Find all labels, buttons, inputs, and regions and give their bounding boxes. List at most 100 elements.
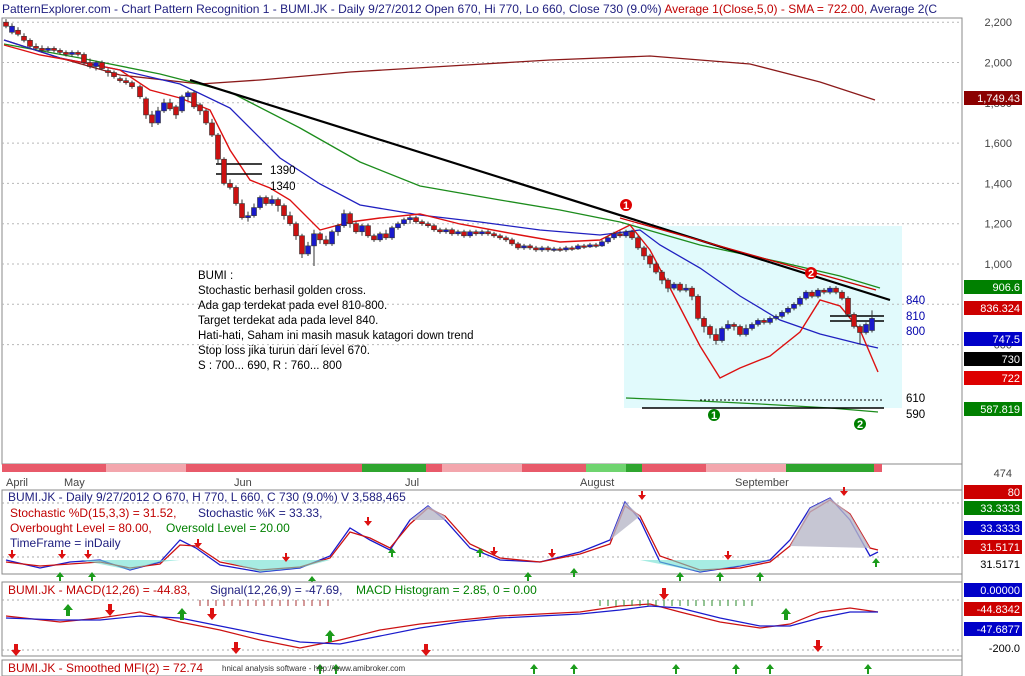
candle-body [803, 291, 809, 299]
price-badge: 730 [964, 352, 1022, 366]
strip-cell [210, 464, 218, 472]
candle-body [197, 104, 203, 112]
price-badge-label: 722 [1002, 373, 1020, 385]
strip-cell [410, 464, 418, 472]
strip-cell [834, 464, 842, 472]
strip-cell [42, 464, 50, 472]
candle-body [491, 233, 497, 237]
candle-body [431, 225, 437, 231]
strip-cell [770, 464, 778, 472]
candle-body [281, 205, 287, 216]
candle-body [671, 283, 677, 289]
stoch-badge-label: 33.3333 [980, 523, 1020, 535]
candle-body [167, 102, 173, 110]
level-label-800: 800 [906, 326, 925, 338]
price-badge-label: 747.5 [992, 334, 1020, 346]
candle-body [9, 25, 15, 33]
strip-cell [674, 464, 682, 472]
candle-body [545, 247, 551, 251]
annotation-line: BUMI : [198, 270, 233, 282]
candle-body [359, 225, 365, 233]
month-label: May [64, 477, 85, 489]
price-tick-label: 474 [994, 468, 1012, 480]
candle-body [99, 62, 105, 69]
strip-cell [546, 464, 554, 472]
candle-body [473, 231, 479, 235]
stoch-badge-label: 31.5171 [980, 559, 1020, 571]
strip-cell [498, 464, 506, 472]
price-tick-label: 1,400 [984, 178, 1012, 190]
strip-cell [250, 464, 258, 472]
candle-body [425, 223, 431, 227]
strip-cell [818, 464, 826, 472]
month-label: Jul [405, 477, 419, 489]
candle-body [353, 223, 359, 233]
level-label-590: 590 [906, 409, 925, 421]
month-label: August [580, 477, 614, 489]
candle-body [707, 326, 713, 335]
candle-body [129, 82, 135, 87]
timeframe-label: TimeFrame = inDaily [10, 536, 121, 550]
candle-body [527, 245, 533, 249]
strip-cell [314, 464, 322, 472]
strip-cell [786, 464, 794, 472]
price-tick-label: 1,600 [984, 138, 1012, 150]
strip-cell [866, 464, 874, 472]
candle-body [75, 52, 81, 55]
strip-cell [514, 464, 522, 472]
candle-body [599, 241, 605, 247]
candle-body [641, 247, 647, 257]
macd-badge: -200.0 [964, 641, 1022, 655]
price-badge: 836.324 [964, 301, 1022, 315]
candle-body [677, 283, 683, 291]
candle-body [69, 52, 75, 55]
macd-badge: -47.6877 [964, 622, 1022, 636]
stoch-badge: 31.5171 [964, 540, 1022, 554]
month-label: September [735, 477, 789, 489]
candle-body [209, 122, 215, 136]
strip-cell [34, 464, 42, 472]
candle-body [797, 297, 803, 305]
price-badge: 1,749.43 [964, 91, 1022, 105]
candle-body [311, 233, 317, 247]
strip-cell [346, 464, 354, 472]
strip-cell [754, 464, 762, 472]
candle-body [743, 328, 749, 335]
strip-cell [138, 464, 146, 472]
strip-cell [794, 464, 802, 472]
strip-cell [234, 464, 242, 472]
candle-body [533, 247, 539, 251]
candle-body [81, 54, 87, 63]
candle-body [557, 248, 563, 251]
candle-body [701, 318, 707, 327]
candle-body [593, 244, 599, 247]
strip-cell [2, 464, 10, 472]
candle-body [731, 324, 737, 327]
candle-body [317, 233, 323, 241]
strip-cell [746, 464, 754, 472]
candle-body [239, 203, 245, 218]
candle-body [863, 324, 869, 333]
oversold-label: Oversold Level = 20.00 [166, 521, 290, 535]
candle-body [575, 245, 581, 250]
candle-body [563, 247, 569, 251]
candle-body [623, 231, 629, 237]
candle-body [737, 326, 743, 335]
candle-body [111, 72, 117, 77]
candle-body [461, 231, 467, 237]
strip-cell [634, 464, 642, 472]
strip-cell [426, 464, 434, 472]
candle-body [203, 110, 209, 124]
strip-cell [162, 464, 170, 472]
price-badge-label: 836.324 [980, 303, 1020, 315]
candle-body [809, 291, 815, 297]
stoch-badge: 33.3333 [964, 501, 1022, 515]
candle-body [761, 320, 767, 323]
macd-badge: 0.00000 [964, 583, 1022, 597]
strip-cell [530, 464, 538, 472]
strip-cell [658, 464, 666, 472]
candle-body [137, 86, 143, 98]
candle-body [377, 233, 383, 241]
candle-body [719, 328, 725, 341]
strip-cell [226, 464, 234, 472]
